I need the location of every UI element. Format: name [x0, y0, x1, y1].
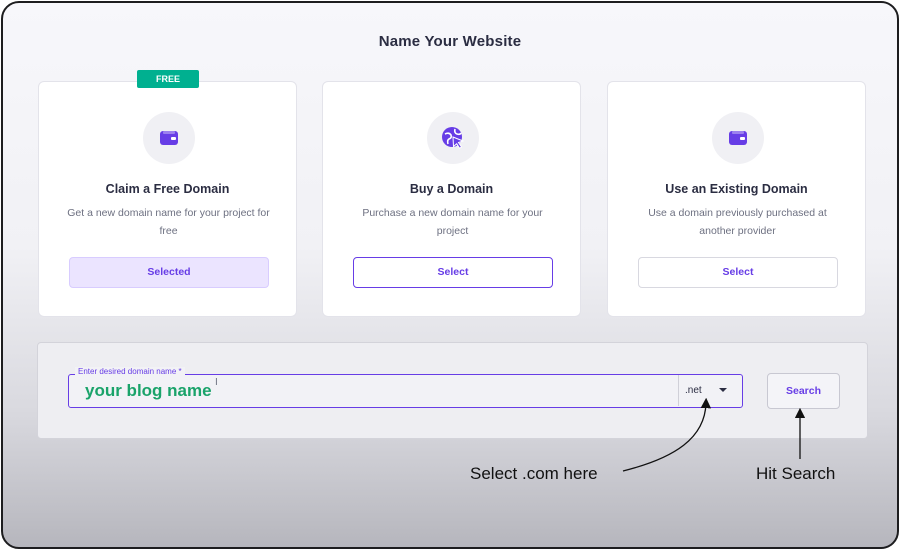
annotation-select-tld: Select .com here	[470, 464, 598, 483]
arrow-to-tld	[622, 397, 712, 472]
screenshot-frame: Name Your Website FREE Claim a Free Doma…	[1, 1, 899, 549]
annotation-hit-search: Hit Search	[756, 464, 836, 483]
